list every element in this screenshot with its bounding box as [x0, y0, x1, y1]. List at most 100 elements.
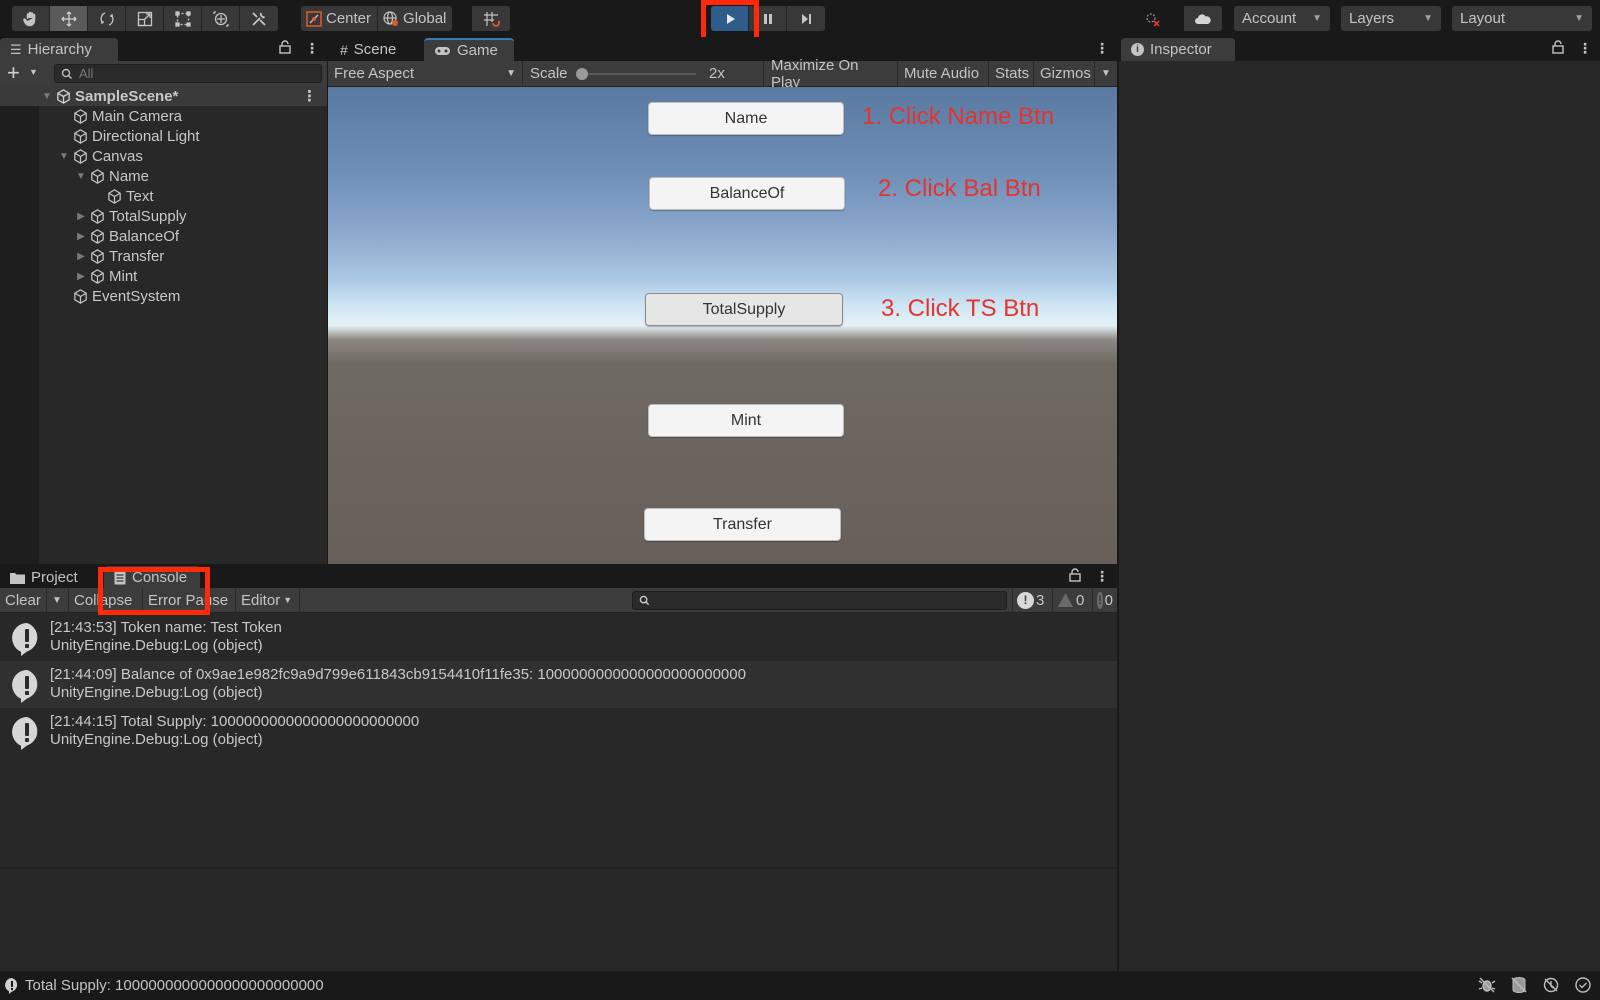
cloud-button[interactable]	[1184, 6, 1222, 31]
transform-tool-button[interactable]	[202, 6, 240, 31]
grid-snap-button[interactable]	[472, 6, 510, 31]
lock-icon[interactable]	[1069, 568, 1081, 585]
layers-dropdown[interactable]: Layers ▼	[1341, 6, 1441, 31]
scale-label: Scale	[530, 65, 568, 82]
more-options-icon[interactable]: ⋮	[1095, 568, 1109, 585]
stats-toggle[interactable]: Stats	[989, 61, 1034, 86]
collapse-arrow-icon[interactable]: ▶	[75, 231, 87, 242]
debug-off-icon[interactable]	[1478, 976, 1496, 994]
scale-slider[interactable]	[576, 68, 696, 80]
scene-row[interactable]: ▼ SampleScene* ⋮	[0, 86, 327, 106]
expand-arrow-icon[interactable]: ▼	[75, 171, 87, 182]
scale-tool-button[interactable]	[126, 6, 164, 31]
hierarchy-item[interactable]: ▶ Transfer	[0, 246, 327, 266]
hierarchy-panel-icons: ⋮	[279, 40, 319, 57]
warning-count-toggle[interactable]: 0	[1052, 588, 1092, 612]
rotate-tool-button[interactable]	[88, 6, 126, 31]
hierarchy-item[interactable]: ▶ Mint	[0, 266, 327, 286]
expand-arrow-icon[interactable]: ▼	[58, 151, 70, 162]
hierarchy-item[interactable]: Directional Light	[0, 126, 327, 146]
layout-dropdown[interactable]: Layout ▼	[1452, 6, 1592, 31]
clear-options-dropdown[interactable]: ▼	[47, 588, 69, 612]
collapse-arrow-icon[interactable]: ▶	[75, 271, 87, 282]
console-log-entry[interactable]: [21:43:53] Token name: Test Token UnityEn…	[0, 614, 1117, 661]
annotation-step3: 3. Click TS Btn	[881, 295, 1040, 322]
hierarchy-item[interactable]: ▼ Name	[0, 166, 327, 186]
transfer-button[interactable]: Transfer	[644, 508, 841, 541]
editor-label: Editor	[241, 591, 281, 609]
handle-toggles: Center Global	[301, 6, 453, 31]
hierarchy-item[interactable]: Text	[0, 186, 327, 206]
totalsupply-button[interactable]: TotalSupply	[645, 293, 843, 326]
aspect-label: Free Aspect	[334, 65, 415, 82]
more-options-icon[interactable]: ⋮	[1578, 40, 1592, 57]
cloud-icon	[1195, 13, 1211, 24]
game-view[interactable]: Name 1. Click Name Btn BalanceOf 2. Clic…	[328, 87, 1117, 564]
status-message[interactable]: Total Supply: 1000000000000000000000000	[0, 977, 324, 995]
mint-button[interactable]: Mint	[648, 404, 844, 437]
info-message-icon	[12, 717, 38, 750]
hierarchy-item[interactable]: Main Camera	[0, 106, 327, 126]
add-button[interactable]: +	[7, 61, 20, 85]
scale-icon	[137, 11, 152, 26]
hand-tool-button[interactable]	[12, 6, 50, 31]
console-log-entry[interactable]: [21:44:15] Total Supply: 100000000000000…	[0, 708, 1117, 755]
pivot-mode-button[interactable]: Center	[301, 6, 379, 31]
console-log-list: [21:43:53] Token name: Test Token UnityEn…	[0, 614, 1117, 755]
gizmos-dropdown[interactable]: ▼	[1095, 61, 1117, 86]
tab-scene[interactable]: # Scene	[330, 38, 424, 61]
search-icon	[61, 68, 72, 79]
maximize-on-play-toggle[interactable]: Maximize On Play	[765, 57, 898, 91]
cache-off-icon[interactable]	[1510, 976, 1528, 994]
error-count-toggle[interactable]: ! 0	[1092, 588, 1117, 612]
expand-arrow-icon[interactable]: ▼	[41, 91, 53, 102]
log-count-toggle[interactable]: ! 3	[1012, 588, 1052, 612]
editor-dropdown[interactable]: Editor ▼	[236, 588, 300, 612]
more-options-icon[interactable]: ⋮	[305, 40, 319, 57]
tab-hierarchy[interactable]: ☰ Hierarchy	[0, 38, 118, 61]
collapse-arrow-icon[interactable]: ▶	[75, 211, 87, 222]
rect-tool-button[interactable]	[164, 6, 202, 31]
move-tool-button[interactable]	[50, 6, 88, 31]
collapse-arrow-icon[interactable]: ▶	[75, 251, 87, 262]
aspect-dropdown[interactable]: Free Aspect ▼	[328, 61, 523, 86]
hierarchy-item[interactable]: ▶ TotalSupply	[0, 206, 327, 226]
step-button[interactable]	[787, 6, 825, 31]
log-message: [21:44:09] Balance of 0x9ae1e982fc9a9d79…	[50, 666, 746, 683]
tab-project[interactable]: Project	[0, 566, 92, 589]
space-mode-button[interactable]: Global	[378, 6, 453, 31]
custom-tool-button[interactable]	[240, 6, 278, 31]
hierarchy-item[interactable]: ▼ Canvas	[0, 146, 327, 166]
chevron-down-icon[interactable]: ▼	[29, 67, 38, 77]
lock-icon[interactable]	[279, 40, 291, 57]
check-circle-icon[interactable]	[1574, 976, 1592, 994]
name-button[interactable]: Name	[648, 102, 844, 135]
console-log-entry[interactable]: [21:44:09] Balance of 0x9ae1e982fc9a9d79…	[0, 661, 1117, 708]
console-detail-divider[interactable]	[0, 867, 1117, 869]
tab-inspector[interactable]: i Inspector	[1121, 38, 1235, 61]
scale-slider-thumb[interactable]	[576, 68, 588, 80]
more-options-icon[interactable]: ⋮	[302, 87, 317, 105]
grid-snap-icon	[484, 11, 500, 27]
clear-button[interactable]: Clear	[0, 588, 47, 612]
game-toolbar: Free Aspect ▼ Scale 2x Maximize On Play …	[328, 57, 1117, 91]
hierarchy-item[interactable]: EventSystem	[0, 286, 327, 306]
hierarchy-item-label: Transfer	[109, 247, 165, 265]
chevron-down-icon: ▼	[1101, 68, 1111, 79]
warning-icon	[1058, 593, 1073, 607]
hierarchy-item[interactable]: ▶ BalanceOf	[0, 226, 327, 246]
search-icon	[639, 595, 650, 606]
hierarchy-search-input[interactable]: All	[54, 64, 322, 83]
scale-value: 2x	[709, 65, 725, 82]
console-search-input[interactable]	[632, 591, 1007, 610]
collab-button[interactable]	[1133, 6, 1171, 31]
balanceof-button[interactable]: BalanceOf	[649, 177, 845, 210]
mute-audio-toggle[interactable]: Mute Audio	[898, 61, 989, 86]
lock-icon[interactable]	[1552, 40, 1564, 57]
gameobject-icon	[91, 168, 104, 184]
account-dropdown[interactable]: Account ▼	[1234, 6, 1330, 31]
auto-generate-off-icon[interactable]	[1542, 976, 1560, 994]
gizmos-toggle[interactable]: Gizmos	[1034, 61, 1095, 86]
more-options-icon[interactable]: ⋮	[1095, 40, 1109, 57]
tab-game[interactable]: Game	[424, 38, 514, 61]
